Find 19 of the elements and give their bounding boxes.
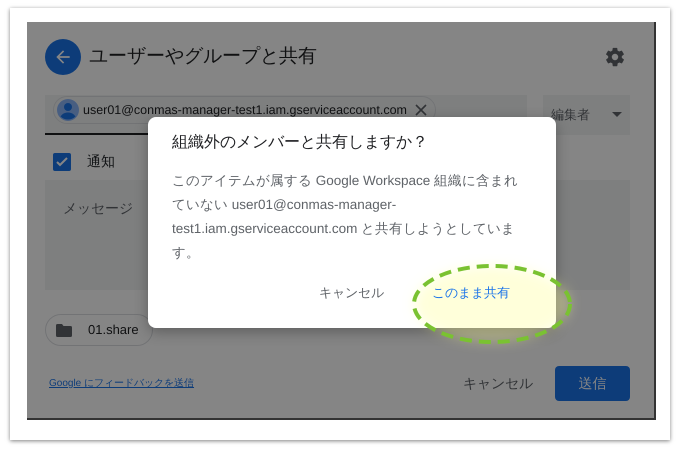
settings-icon[interactable] xyxy=(604,46,626,68)
feedback-link[interactable]: Google にフィードバックを送信 xyxy=(45,376,457,391)
dialog-cancel-button[interactable]: キャンセル xyxy=(315,281,388,304)
send-button[interactable]: 送信 xyxy=(555,366,630,401)
checkbox-label: 通知 xyxy=(87,152,115,171)
file-name: 01.share xyxy=(88,321,139,340)
back-button[interactable] xyxy=(45,39,81,75)
cancel-button[interactable]: キャンセル xyxy=(457,372,539,395)
folder-icon xyxy=(56,324,72,336)
dialog-title: ユーザーやグループと共有 xyxy=(89,44,318,69)
avatar-icon xyxy=(57,99,79,121)
close-icon[interactable] xyxy=(414,104,427,116)
dialog-message: このアイテムが属する Google Workspace 組織に含まれていない user01@conmas-manager-test1.iam.gserviceaccount.com と共有しようとしています。 xyxy=(172,172,520,262)
recipient-email: user01@conmas-manager-test1.iam.gserviceaccount.com xyxy=(83,102,407,119)
dialog-heading: 組織外のメンバーと共有しますか？ xyxy=(172,132,429,153)
role-dropdown[interactable]: 編集者 xyxy=(543,95,630,135)
caret-icon xyxy=(612,112,622,118)
checkbox[interactable] xyxy=(53,152,71,170)
share-anyway-button[interactable]: このまま共有 xyxy=(428,281,514,304)
